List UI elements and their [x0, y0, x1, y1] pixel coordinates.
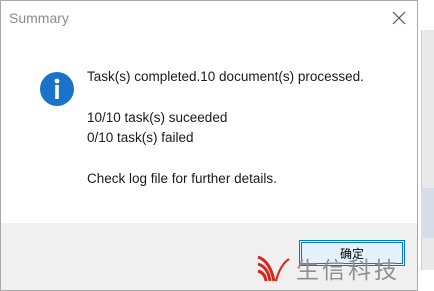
dialog-content: Task(s) completed.10 document(s) process… [1, 35, 417, 223]
background-panel [421, 188, 434, 238]
dialog-title: Summary [9, 10, 69, 26]
close-icon [392, 11, 406, 25]
watermark: 生信科技 [256, 252, 400, 284]
close-button[interactable] [385, 5, 413, 31]
watermark-text: 生信科技 [296, 258, 400, 284]
log-hint-message: Check log file for further details. [87, 171, 277, 186]
failure-count-message: 0/10 task(s) failed [87, 130, 194, 145]
info-icon [40, 72, 74, 106]
watermark-logo-icon [257, 255, 290, 282]
success-count-message: 10/10 task(s) suceeded [87, 110, 228, 125]
dialog-titlebar: Summary [1, 1, 417, 35]
status-message: Task(s) completed.10 document(s) process… [87, 69, 364, 84]
